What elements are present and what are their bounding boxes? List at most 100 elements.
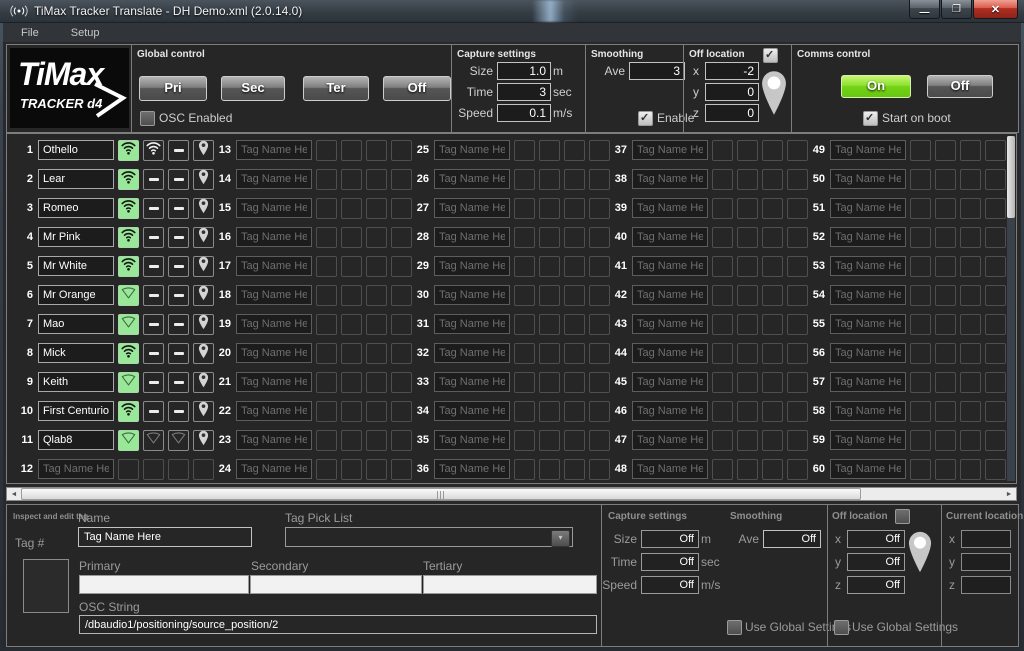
hscroll-right-arrow[interactable]: ► <box>1002 488 1016 500</box>
grid-horizontal-scrollbar[interactable]: ◄ ► <box>6 487 1017 501</box>
tag-empty-button[interactable] <box>366 372 387 393</box>
wifi-dim-button[interactable] <box>143 430 164 451</box>
wifi-signal-button[interactable] <box>118 140 139 161</box>
tag-name-input[interactable] <box>434 198 510 218</box>
tag-empty-button[interactable] <box>514 372 535 393</box>
tag-empty-button[interactable] <box>960 285 981 306</box>
primary-field[interactable] <box>79 575 249 594</box>
bottom-ave-input[interactable] <box>763 530 821 548</box>
tag-name-input[interactable] <box>38 140 114 160</box>
tag-name-input[interactable] <box>236 169 312 189</box>
bottom-time-input[interactable] <box>641 553 699 571</box>
tag-empty-button[interactable] <box>341 227 362 248</box>
tag-empty-button[interactable] <box>960 256 981 277</box>
tag-empty-button[interactable] <box>539 198 560 219</box>
tag-empty-button[interactable] <box>539 459 560 480</box>
menu-file[interactable]: File <box>7 25 53 41</box>
tag-empty-button[interactable] <box>341 430 362 451</box>
osc-enabled-checkbox[interactable] <box>140 111 155 126</box>
hscroll-left-arrow[interactable]: ◄ <box>7 488 21 500</box>
wifi-nosignal-button[interactable] <box>118 430 139 451</box>
tag-empty-button[interactable] <box>316 314 337 335</box>
tag-empty-button[interactable] <box>316 227 337 248</box>
bottom-off-x-input[interactable] <box>847 530 905 548</box>
dash-button[interactable] <box>143 256 164 277</box>
tag-empty-button[interactable] <box>316 198 337 219</box>
tag-empty-button[interactable] <box>514 314 535 335</box>
tag-empty-button[interactable] <box>539 401 560 422</box>
tag-empty-button[interactable] <box>935 314 956 335</box>
tag-empty-button[interactable] <box>762 459 783 480</box>
tag-empty-button[interactable] <box>985 256 1006 277</box>
tag-empty-button[interactable] <box>935 285 956 306</box>
tag-name-input[interactable] <box>632 227 708 247</box>
tag-name-input[interactable] <box>632 198 708 218</box>
tag-empty-button[interactable] <box>910 256 931 277</box>
off-button[interactable]: Off <box>383 76 451 101</box>
tag-empty-button[interactable] <box>564 459 585 480</box>
tag-pick-list-dropdown[interactable] <box>285 527 573 547</box>
tag-empty-button[interactable] <box>985 140 1006 161</box>
tag-name-input[interactable] <box>632 256 708 276</box>
tag-empty-button[interactable] <box>985 401 1006 422</box>
tag-name-input[interactable] <box>434 314 510 334</box>
tag-empty-button[interactable] <box>985 372 1006 393</box>
wifi-signal-button[interactable] <box>118 256 139 277</box>
smoothing-enable-checkbox[interactable] <box>638 111 653 126</box>
tag-empty-button[interactable] <box>366 459 387 480</box>
tag-empty-button[interactable] <box>366 430 387 451</box>
tag-empty-button[interactable] <box>960 227 981 248</box>
tag-empty-button[interactable] <box>712 169 733 190</box>
tag-empty-button[interactable] <box>910 430 931 451</box>
dash-button[interactable] <box>143 372 164 393</box>
tag-empty-button[interactable] <box>712 314 733 335</box>
dropdown-chevron-icon[interactable] <box>551 530 570 547</box>
tag-empty-button[interactable] <box>737 430 758 451</box>
tag-empty-button[interactable] <box>366 198 387 219</box>
maximize-button[interactable] <box>941 0 972 19</box>
tag-name-input[interactable] <box>236 285 312 305</box>
tag-empty-button[interactable] <box>366 401 387 422</box>
comms-on-button[interactable]: On <box>841 75 911 98</box>
hscroll-thumb[interactable] <box>21 488 861 500</box>
wifi-nosignal-button[interactable] <box>118 314 139 335</box>
tag-empty-button[interactable] <box>985 343 1006 364</box>
tag-empty-button[interactable] <box>564 401 585 422</box>
off-x-input[interactable] <box>705 62 759 80</box>
tag-empty-button[interactable] <box>910 169 931 190</box>
tag-name-input[interactable] <box>236 401 312 421</box>
wifi-nosignal-button[interactable] <box>118 285 139 306</box>
tag-name-input[interactable] <box>38 430 114 450</box>
tag-empty-button[interactable] <box>960 372 981 393</box>
tag-empty-button[interactable] <box>564 430 585 451</box>
off-use-global-checkbox[interactable] <box>834 620 849 635</box>
dash-button[interactable] <box>143 169 164 190</box>
osc-string-input[interactable] <box>79 615 597 634</box>
comms-off-button[interactable]: Off <box>927 75 993 98</box>
tag-name-input[interactable] <box>38 169 114 189</box>
tag-empty-button[interactable] <box>985 169 1006 190</box>
tag-empty-button[interactable] <box>316 169 337 190</box>
tag-empty-button[interactable] <box>712 285 733 306</box>
tag-name-input[interactable] <box>236 140 312 160</box>
speed-input[interactable] <box>497 104 551 122</box>
dash-button[interactable] <box>168 372 189 393</box>
tag-empty-button[interactable] <box>514 459 535 480</box>
tag-name-input[interactable] <box>632 459 708 479</box>
tag-empty-button[interactable] <box>316 140 337 161</box>
tag-empty-button[interactable] <box>341 285 362 306</box>
tag-empty-button[interactable] <box>737 401 758 422</box>
tag-empty-button[interactable] <box>564 285 585 306</box>
tag-empty-button[interactable] <box>316 256 337 277</box>
tag-empty-button[interactable] <box>737 256 758 277</box>
tag-empty-button[interactable] <box>910 140 931 161</box>
tag-name-input[interactable] <box>434 285 510 305</box>
tag-name-input[interactable] <box>830 256 906 276</box>
tag-empty-button[interactable] <box>960 401 981 422</box>
pri-button[interactable]: Pri <box>139 76 207 101</box>
tag-name-input[interactable] <box>38 343 114 363</box>
tag-name-input[interactable] <box>632 285 708 305</box>
tag-empty-button[interactable] <box>539 169 560 190</box>
wifi-signal-button[interactable] <box>118 169 139 190</box>
tag-empty-button[interactable] <box>514 343 535 364</box>
